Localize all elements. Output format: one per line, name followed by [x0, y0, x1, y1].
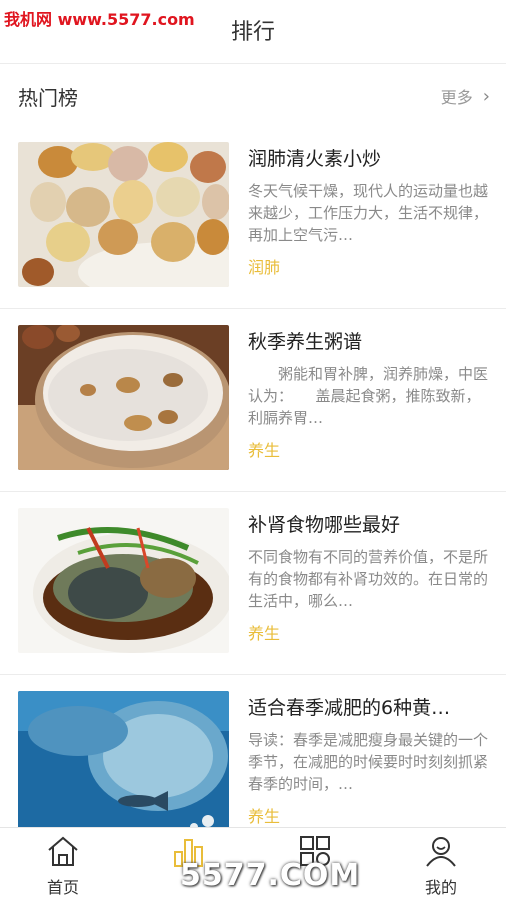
bottom-watermark: 5577.COM — [180, 858, 361, 893]
list-item[interactable]: 润肺清火素小炒 冬天气候干燥，现代人的运动量也越来越少，工作压力大，生活不规律，… — [0, 126, 506, 309]
item-tag: 养生 — [248, 807, 281, 826]
thumbnail-image-porridge — [18, 325, 229, 470]
item-tag: 润肺 — [248, 258, 281, 277]
item-description: 粥能和胃补脾，润养肺燥，中医认为： 盖晨起食粥，推陈致新，利膈养胃… — [248, 365, 488, 427]
item-description: 冬天气候干燥，现代人的运动量也越来越少，工作压力大，生活不规律，再加上空气污… — [248, 182, 488, 244]
more-label: 更多 — [440, 88, 473, 107]
list-item[interactable]: 秋季养生粥谱 粥能和胃补脾，润养肺燥，中医认为： 盖晨起食粥，推陈致新，利膈养胃… — [0, 309, 506, 492]
item-tag: 养生 — [248, 441, 281, 460]
tab-profile-label: 我的 — [424, 878, 457, 897]
item-title: 适合春季减肥的6种黄… — [248, 697, 451, 719]
tab-profile[interactable]: 我的 — [378, 828, 504, 900]
thumbnail-image-fish — [18, 508, 229, 653]
thumbnail-image-nuts — [18, 142, 229, 287]
list-item[interactable]: 补肾食物哪些最好 不同食物有不同的营养价值，不是所有的食物都有补肾功效的。在日常… — [0, 492, 506, 675]
home-icon — [48, 836, 78, 866]
profile-icon — [426, 837, 456, 867]
article-list: 润肺清火素小炒 冬天气候干燥，现代人的运动量也越来越少，工作压力大，生活不规律，… — [0, 126, 506, 858]
section-title: 热门榜 — [18, 86, 78, 110]
item-title: 润肺清火素小炒 — [248, 148, 382, 170]
item-description: 不同食物有不同的营养价值，不是所有的食物都有补肾功效的。在日常的生活中，哪么… — [248, 548, 488, 610]
more-link[interactable]: 更多 › — [441, 84, 490, 108]
tab-home[interactable]: 首页 — [0, 828, 126, 900]
section-header: 热门榜 更多 › — [0, 64, 506, 126]
chevron-right-icon: › — [482, 85, 490, 107]
item-title: 补肾食物哪些最好 — [248, 514, 401, 536]
site-watermark: 我机网 www.5577.com — [4, 10, 195, 29]
thumbnail-image-fish-school — [18, 691, 229, 836]
item-title: 秋季养生粥谱 — [248, 331, 363, 353]
item-tag: 养生 — [248, 624, 281, 643]
item-description: 导读：春季是减肥瘦身最关键的一个季节，在减肥的时候要时时刻刻抓紧春季的时间，… — [248, 731, 488, 793]
tab-home-label: 首页 — [46, 878, 79, 897]
